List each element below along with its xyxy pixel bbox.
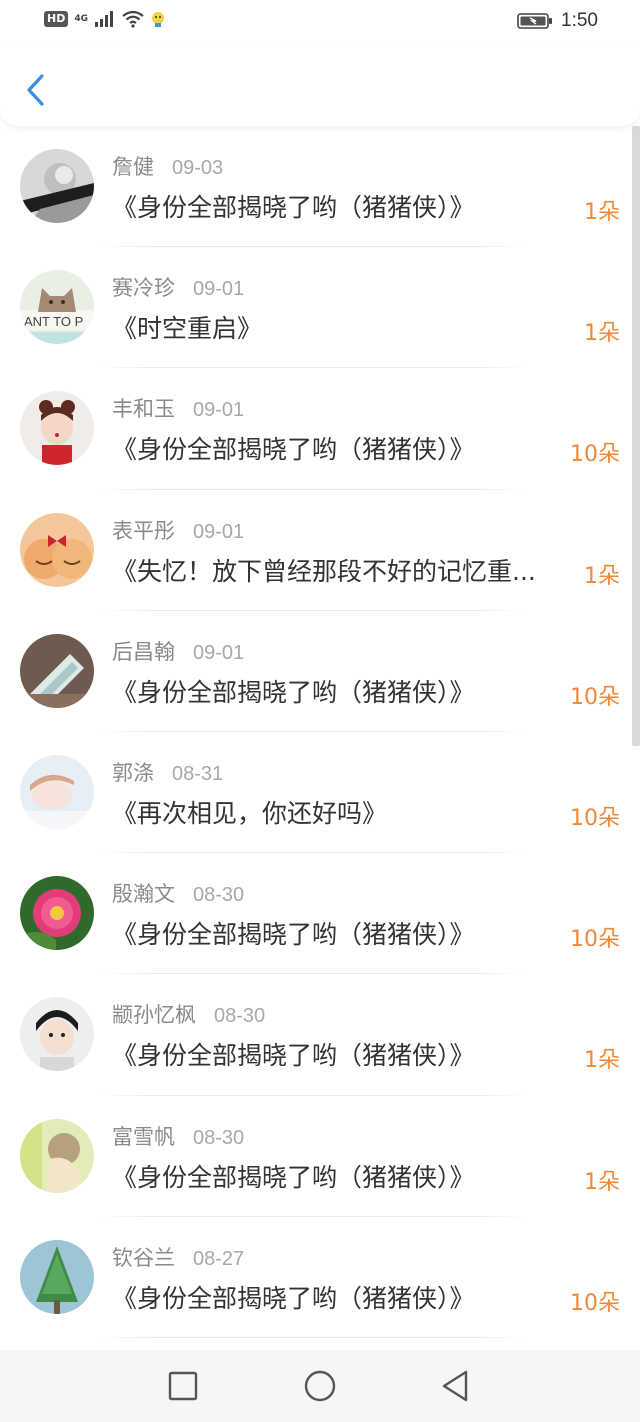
status-right: 1:50 — [517, 10, 598, 32]
sender-name: 郭涤 — [112, 760, 154, 785]
work-title: 《时空重启》 — [112, 314, 263, 344]
flower-count: 1朵 — [584, 200, 620, 225]
sender-info: 表平彤 09-01 — [112, 515, 244, 545]
divider — [98, 1336, 528, 1338]
sender-info: 殷瀚文 08-30 — [112, 878, 244, 908]
list-item[interactable]: 郭涤 08-31 《再次相见，你还好吗》 10朵 — [0, 732, 640, 854]
flower-count: 1朵 — [584, 563, 620, 589]
svg-text:ANT TO P: ANT TO P — [24, 314, 83, 329]
sender-info: 詹健 09-03 — [112, 151, 223, 181]
work-title: 《身份全部揭晓了哟（猪猪侠）》 — [112, 920, 475, 950]
flower-count: 1朵 — [584, 321, 620, 347]
flower-count: 10朵 — [570, 442, 620, 468]
flower-count: 1朵 — [584, 1169, 620, 1195]
work-title: 《身份全部揭晓了哟（猪猪侠）》 — [112, 1283, 475, 1313]
battery-icon — [517, 13, 553, 29]
list-item[interactable]: 颛孙忆枫 08-30 《身份全部揭晓了哟（猪猪侠）》 1朵 — [0, 974, 640, 1096]
sender-name: 丰和玉 — [112, 397, 175, 422]
status-bar: HD 4G 1:50 — [0, 0, 640, 44]
send-date: 08-31 — [172, 762, 224, 785]
flower-count: 1朵 — [584, 1048, 620, 1074]
list-item[interactable]: 表平彤 09-01 《失忆！放下曾经那段不好的记忆重... 1朵 — [0, 490, 640, 611]
work-title: 《身份全部揭晓了哟（猪猪侠）》 — [112, 193, 475, 222]
list-item[interactable]: ANT TO P 赛冷珍 09-01 《时空重启》 1朵 — [0, 247, 640, 369]
flower-count: 10朵 — [570, 805, 620, 831]
sender-name: 富雪帆 — [112, 1124, 175, 1149]
system-nav-bar — [0, 1350, 640, 1422]
sender-name: 颛孙忆枫 — [112, 1003, 196, 1028]
square-icon — [168, 1371, 198, 1401]
gift-record-list: 詹健 09-03 《身份全部揭晓了哟（猪猪侠）》 1朵 ANT TO P 赛冷珍… — [0, 126, 640, 1350]
work-title: 《身份全部揭晓了哟（猪猪侠）》 — [112, 677, 475, 707]
work-title: 《失忆！放下曾经那段不好的记忆重... — [112, 556, 536, 586]
top-app-bar — [0, 44, 640, 126]
sender-info: 钦谷兰 08-27 — [112, 1242, 244, 1272]
list-item[interactable]: 钦谷兰 08-27 《身份全部揭晓了哟（猪猪侠）》 10朵 — [0, 1217, 640, 1338]
sender-info: 郭涤 08-31 — [112, 757, 223, 787]
send-date: 08-30 — [193, 1126, 245, 1149]
notification-mascot-icon — [152, 12, 164, 27]
sender-info: 赛冷珍 09-01 — [112, 272, 244, 302]
avatar — [20, 1239, 94, 1314]
send-date: 09-01 — [193, 278, 245, 301]
work-title: 《再次相见，你还好吗》 — [112, 798, 388, 828]
chevron-left-icon — [27, 74, 44, 106]
avatar — [20, 1118, 94, 1193]
send-date: 09-01 — [193, 641, 245, 664]
send-date: 08-27 — [193, 1247, 245, 1270]
hd-badge: HD — [44, 11, 69, 27]
send-date: 08-30 — [193, 884, 245, 907]
sender-info: 后昌翰 09-01 — [112, 636, 244, 666]
sender-name: 赛冷珍 — [112, 276, 175, 301]
network-type: 4G — [74, 13, 88, 24]
avatar — [20, 512, 94, 587]
avatar — [20, 876, 94, 951]
flower-count: 10朵 — [570, 1290, 620, 1316]
send-date: 08-30 — [214, 1005, 266, 1028]
clock: 1:50 — [561, 10, 598, 31]
sender-name: 表平彤 — [112, 518, 175, 543]
avatar — [20, 997, 94, 1072]
list-item[interactable]: 詹健 09-03 《身份全部揭晓了哟（猪猪侠）》 1朵 — [0, 126, 640, 248]
avatar — [20, 633, 94, 708]
home-button[interactable] — [302, 1368, 338, 1404]
flower-count: 10朵 — [570, 927, 620, 953]
sender-info: 富雪帆 08-30 — [112, 1121, 244, 1151]
list-item[interactable]: 丰和玉 09-01 《身份全部揭晓了哟（猪猪侠）》 10朵 — [0, 368, 640, 490]
work-title: 《身份全部揭晓了哟（猪猪侠）》 — [112, 1162, 475, 1192]
work-title: 《身份全部揭晓了哟（猪猪侠）》 — [112, 435, 475, 465]
send-date: 09-03 — [172, 157, 224, 179]
avatar — [20, 754, 94, 829]
sender-name: 钦谷兰 — [112, 1245, 175, 1270]
sender-info: 颛孙忆枫 08-30 — [112, 999, 265, 1029]
recents-button[interactable] — [165, 1368, 201, 1404]
avatar — [20, 149, 94, 223]
scrollbar[interactable] — [632, 126, 640, 746]
back-button[interactable] — [22, 72, 50, 108]
work-title: 《身份全部揭晓了哟（猪猪侠）》 — [112, 1041, 475, 1071]
triangle-back-icon — [442, 1370, 468, 1402]
signal-icon — [95, 11, 113, 27]
back-nav-button[interactable] — [438, 1368, 474, 1404]
status-indicators: HD 4G — [44, 10, 166, 28]
sender-name: 殷瀚文 — [112, 882, 175, 907]
sender-name: 詹健 — [112, 155, 154, 179]
sender-info: 丰和玉 09-01 — [112, 393, 244, 423]
send-date: 09-01 — [193, 520, 245, 543]
list-item[interactable]: 富雪帆 08-30 《身份全部揭晓了哟（猪猪侠）》 1朵 — [0, 1096, 640, 1217]
flower-count: 10朵 — [570, 684, 620, 710]
circle-icon — [304, 1370, 336, 1402]
avatar: ANT TO P — [20, 270, 94, 345]
send-date: 09-01 — [193, 399, 245, 422]
avatar — [20, 391, 94, 466]
sender-name: 后昌翰 — [112, 639, 175, 664]
wifi-icon — [122, 10, 144, 28]
list-item[interactable]: 后昌翰 09-01 《身份全部揭晓了哟（猪猪侠）》 10朵 — [0, 611, 640, 732]
list-item[interactable]: 殷瀚文 08-30 《身份全部揭晓了哟（猪猪侠）》 10朵 — [0, 853, 640, 975]
